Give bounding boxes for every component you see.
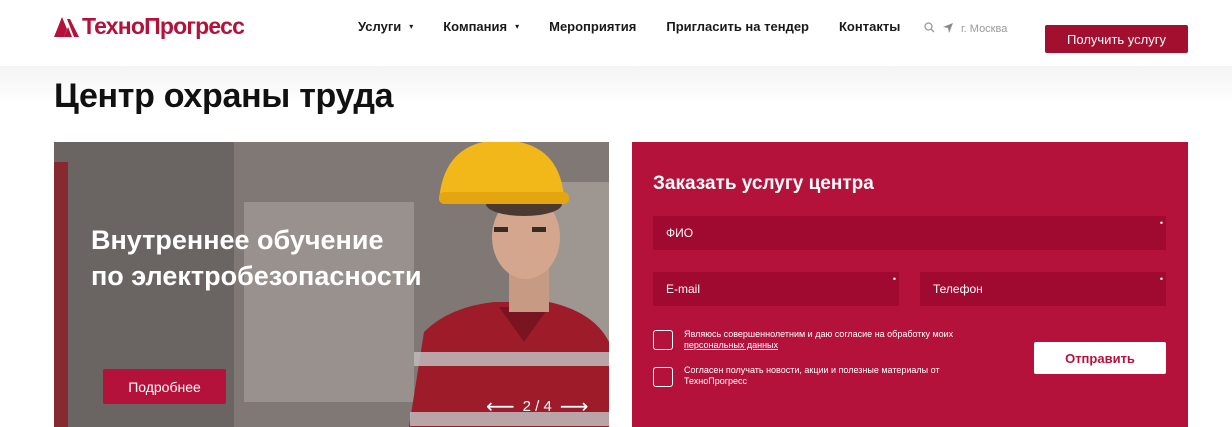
logo-text: ТехноПрогресс <box>82 13 245 39</box>
search-location: г. Москва <box>924 22 1007 36</box>
city-selector[interactable]: г. Москва <box>961 23 1007 35</box>
phone-placeholder: Телефон <box>933 282 983 296</box>
chevron-down-icon: ▾ <box>409 22 414 31</box>
main-nav: Услуги ▾ Компания ▾ Мероприятия Пригласи… <box>358 19 930 34</box>
get-service-button[interactable]: Получить услугу <box>1045 25 1188 53</box>
banner-title: Внутреннее обучение по электробезопаснос… <box>91 222 422 294</box>
banner-title-line1: Внутреннее обучение <box>91 225 384 255</box>
chevron-down-icon: ▾ <box>515 22 520 31</box>
banner-title-line2: по электробезопасности <box>91 261 422 291</box>
search-icon[interactable] <box>924 22 935 36</box>
nav-label: Пригласить на тендер <box>666 19 809 34</box>
nav-label: Мероприятия <box>549 19 637 34</box>
logo-mark-icon <box>54 16 79 37</box>
nav-item-company[interactable]: Компания ▾ <box>443 19 519 34</box>
logo[interactable]: ТехноПрогресс <box>54 13 245 40</box>
page-title: Центр охраны труда <box>54 77 394 115</box>
order-form: Заказать услугу центра ФИО • E-mail • Те… <box>632 142 1188 427</box>
required-mark: • <box>1159 218 1163 228</box>
submit-button[interactable]: Отправить <box>1034 342 1166 374</box>
slider-controls: ⟵ 2 / 4 ⟶ <box>486 394 589 419</box>
required-mark: • <box>1159 274 1163 284</box>
email-field[interactable]: E-mail • <box>653 272 899 306</box>
required-mark: • <box>892 274 896 284</box>
consent1-text: Являюсь совершеннолетним и даю согласие … <box>684 329 954 339</box>
location-arrow-icon <box>943 22 953 36</box>
consent-personal-data-checkbox[interactable] <box>653 330 673 350</box>
email-placeholder: E-mail <box>666 282 701 296</box>
personal-data-link[interactable]: персональных данных <box>684 340 778 350</box>
consent-news-checkbox[interactable] <box>653 367 673 387</box>
nav-item-contacts[interactable]: Контакты <box>839 19 900 34</box>
nav-label: Контакты <box>839 19 901 34</box>
form-title: Заказать услугу центра <box>653 173 874 194</box>
arrow-left-icon[interactable]: ⟵ <box>486 394 515 419</box>
consent-news-label: Согласен получать новости, акции и полез… <box>684 365 940 386</box>
more-button[interactable]: Подробнее <box>103 369 226 404</box>
fio-placeholder: ФИО <box>666 226 694 240</box>
fio-field[interactable]: ФИО • <box>653 216 1166 250</box>
nav-item-events[interactable]: Мероприятия <box>549 19 636 34</box>
promo-banner: Внутреннее обучение по электробезопаснос… <box>54 142 609 427</box>
nav-label: Услуги <box>358 19 402 34</box>
consent-personal-data-label: Являюсь совершеннолетним и даю согласие … <box>684 329 1004 351</box>
arrow-right-icon[interactable]: ⟶ <box>560 394 589 419</box>
nav-label: Компания <box>443 19 508 34</box>
slide-counter: 2 / 4 <box>522 398 552 415</box>
phone-field[interactable]: Телефон • <box>920 272 1166 306</box>
nav-item-tender[interactable]: Пригласить на тендер <box>666 19 809 34</box>
site-header: ТехноПрогресс Услуги ▾ Компания ▾ Меропр… <box>0 0 1232 66</box>
nav-item-services[interactable]: Услуги ▾ <box>358 19 413 34</box>
